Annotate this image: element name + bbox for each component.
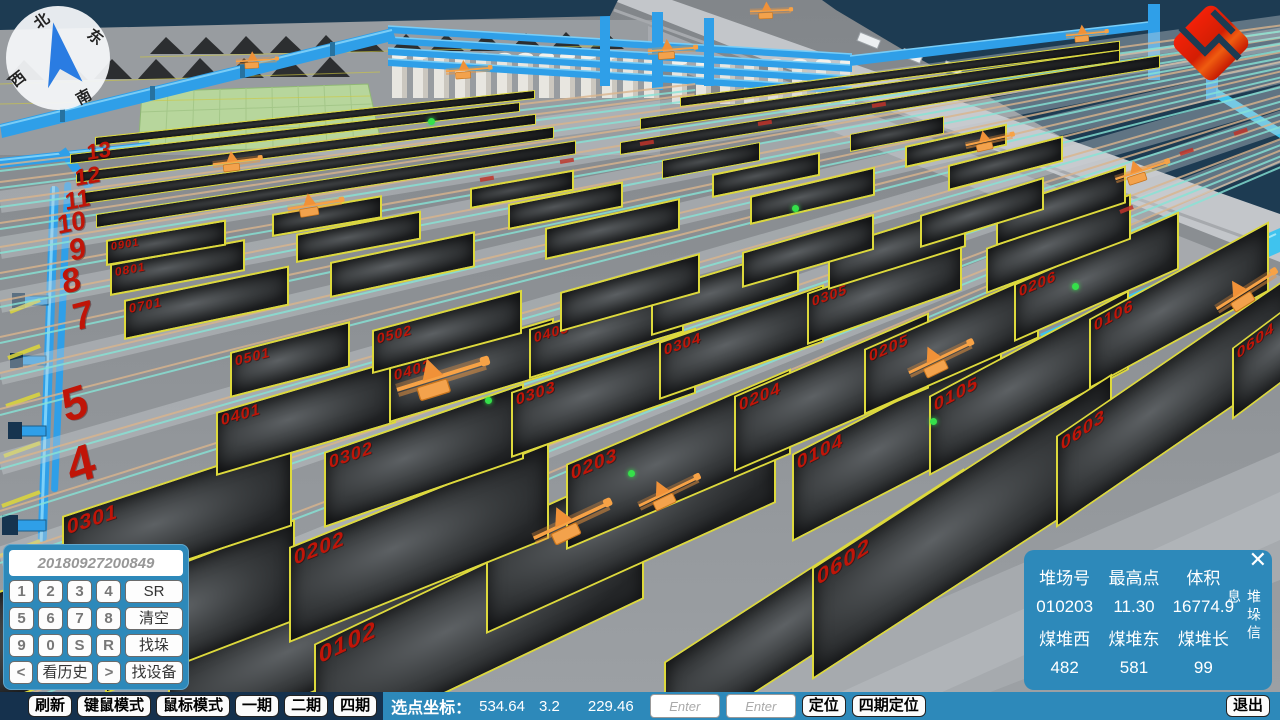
status-dot [930, 418, 937, 425]
key-2[interactable]: 2 [38, 580, 63, 603]
stacker-reclaimer-icon[interactable] [236, 53, 280, 71]
value-highest-point: 11.30 [1113, 597, 1154, 617]
compass-dial [2, 2, 114, 114]
panel-side-title: 堆垛信息 [1224, 589, 1264, 659]
row-number-8: 8 [60, 262, 83, 300]
coord-input-1[interactable] [650, 694, 720, 718]
key-9[interactable]: 9 [9, 634, 34, 657]
compass[interactable]: 北 东 西 南 [2, 2, 114, 114]
key-prev[interactable]: < [9, 661, 33, 684]
stacker-reclaimer-icon[interactable] [647, 40, 699, 62]
pile-id-label: 0502 [377, 322, 412, 345]
key-s[interactable]: S [67, 634, 92, 657]
key-3[interactable]: 3 [67, 580, 92, 603]
coord-input-2[interactable] [726, 694, 796, 718]
mouse-mode-button[interactable]: 鼠标模式 [156, 695, 230, 717]
toolbar-left-section: 刷新 键鼠模式 鼠标模式 一期 二期 四期 [0, 692, 383, 720]
pile-id-label: 0204 [739, 379, 781, 414]
key-1[interactable]: 1 [9, 580, 34, 603]
key-6[interactable]: 6 [38, 607, 63, 630]
distant-pile-label-mark [480, 176, 494, 182]
key-history[interactable]: 看历史 [37, 661, 93, 684]
row-number-5: 5 [58, 376, 91, 429]
pile-id-label: 0203 [571, 445, 617, 484]
key-next[interactable]: > [97, 661, 121, 684]
key-0[interactable]: 0 [38, 634, 63, 657]
value-pile-east: 581 [1120, 658, 1148, 678]
phase4-locate-button[interactable]: 四期定位 [852, 695, 926, 717]
close-icon[interactable]: ✕ [1249, 547, 1267, 573]
app-window: 0102010301040105010602020203020402050206… [0, 0, 1280, 720]
keypad-panel: 1 2 3 4 SR 5 6 7 8 清空 9 0 S R 找垛 < 看历史 >… [3, 544, 189, 690]
keyboard-mouse-mode-button[interactable]: 键鼠模式 [77, 695, 151, 717]
status-dot [485, 397, 492, 404]
status-dot [428, 118, 435, 125]
bottom-toolbar: 刷新 键鼠模式 鼠标模式 一期 二期 四期 选点坐标： 534.64 3.2 2… [0, 692, 1280, 720]
key-find-pile[interactable]: 找垛 [125, 634, 183, 657]
phase2-button[interactable]: 二期 [284, 695, 328, 717]
col-header-pile-east: 煤堆东 [1108, 625, 1159, 650]
pile-id-label: 0901 [111, 237, 139, 253]
key-find-device[interactable]: 找设备 [125, 661, 183, 684]
col-header-highest-point: 最高点 [1108, 564, 1159, 589]
key-7[interactable]: 7 [67, 607, 92, 630]
locate-button[interactable]: 定位 [802, 695, 846, 717]
refresh-button[interactable]: 刷新 [28, 695, 72, 717]
toolbar-right-section: 选点坐标： 534.64 3.2 229.46 定位 四期定位 退出 [383, 692, 1280, 720]
col-header-pile-length: 煤堆长 [1178, 625, 1229, 650]
key-r[interactable]: R [96, 634, 121, 657]
coord-y-value: 3.2 [539, 698, 560, 715]
exit-button[interactable]: 退出 [1226, 695, 1270, 717]
stacker-reclaimer-icon[interactable] [750, 3, 794, 20]
pile-id-label: 0701 [129, 295, 162, 315]
phase4-button[interactable]: 四期 [333, 695, 377, 717]
key-4[interactable]: 4 [96, 580, 121, 603]
col-header-yard-no: 堆场号 [1039, 564, 1090, 589]
value-pile-length: 99 [1194, 658, 1213, 678]
coord-x-value: 534.64 [479, 698, 525, 715]
key-8[interactable]: 8 [96, 607, 121, 630]
pile-id-label: 0301 [67, 501, 118, 539]
code-input[interactable] [9, 550, 183, 576]
value-yard-no: 010203 [1036, 597, 1093, 617]
value-pile-west: 482 [1050, 658, 1078, 678]
status-dot [792, 205, 799, 212]
key-clear[interactable]: 清空 [125, 607, 183, 630]
col-header-pile-west: 煤堆西 [1039, 625, 1090, 650]
col-header-volume: 体积 [1186, 564, 1220, 589]
status-dot [628, 470, 635, 477]
stacker-reclaimer-icon[interactable] [445, 61, 493, 81]
key-sr[interactable]: SR [125, 580, 183, 603]
company-logo [1158, 4, 1264, 87]
key-5[interactable]: 5 [9, 607, 34, 630]
pile-info-grid: 堆场号 最高点 体积 010203 11.30 16774.9 煤堆西 煤堆东 … [1030, 560, 1238, 682]
status-dot [1072, 283, 1079, 290]
row-number-7: 7 [70, 295, 96, 338]
phase1-button[interactable]: 一期 [235, 695, 279, 717]
coord-label: 选点坐标： [391, 694, 471, 718]
coord-z-value: 229.46 [588, 698, 634, 715]
pile-info-panel: ✕ 堆场号 最高点 体积 010203 11.30 16774.9 煤堆西 煤堆… [1024, 550, 1272, 690]
pile-id-label: 0602 [817, 533, 870, 589]
